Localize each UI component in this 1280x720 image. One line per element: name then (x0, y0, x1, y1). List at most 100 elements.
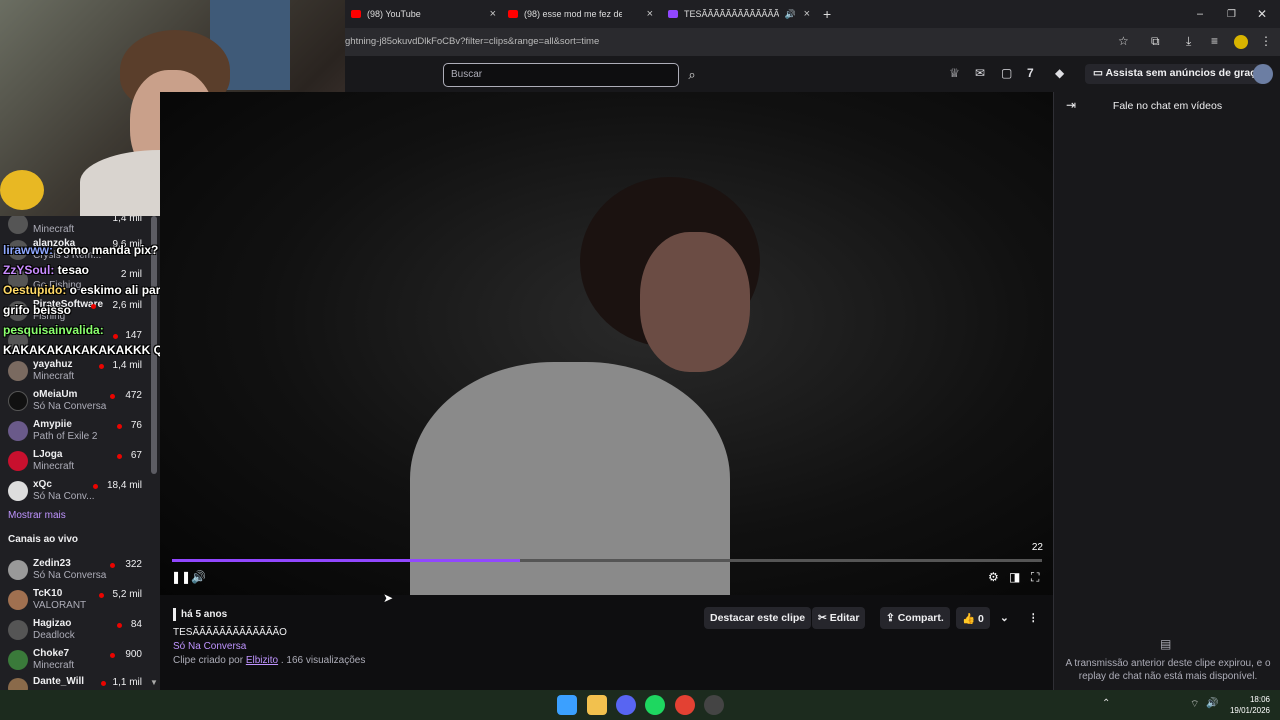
sidebar-channel[interactable]: TcK10 VALORANT 5,2 mil (0, 586, 150, 616)
app-icon[interactable] (704, 695, 724, 715)
volume-icon[interactable]: 🔊 (191, 570, 206, 584)
show-more-link[interactable]: Mostrar mais (8, 510, 66, 521)
pause-button[interactable]: ❚❚ (171, 570, 191, 584)
minimize-button[interactable]: – (1197, 0, 1203, 28)
tv-icon: ▭ (1093, 67, 1106, 79)
sidebar-channel[interactable]: Amypiie Path of Exile 2 76 (0, 417, 150, 447)
clip-category-link[interactable]: Só Na Conversa (173, 641, 246, 652)
channel-game: Path of Exile 2 (33, 431, 98, 442)
file-explorer-icon[interactable] (587, 695, 607, 715)
url-field[interactable]: ghtning-j85okuvdDlkFoCBv?filter=clips&ra… (345, 36, 599, 47)
share-button[interactable]: ⇪ Compart. (880, 607, 950, 629)
settings-icon[interactable]: ⚙ (988, 570, 999, 584)
avatar (8, 678, 28, 690)
like-button[interactable]: 👍 0 (956, 607, 990, 629)
channel-game: Deadlock (33, 630, 75, 641)
scroll-down-icon[interactable]: ▼ (150, 678, 158, 687)
channel-name: Dante_Will (33, 676, 85, 687)
chevron-down-icon: ⌄ (1000, 612, 1009, 624)
wifi-icon[interactable]: ⌔ (1190, 698, 1199, 711)
twitch-icon (668, 10, 678, 18)
divider (173, 608, 176, 621)
avatar (8, 620, 28, 640)
spotify-icon[interactable] (645, 695, 665, 715)
crown-icon[interactable]: ♕ (949, 66, 960, 80)
close-icon[interactable]: × (647, 8, 653, 20)
channel-name: Zedin23 (33, 558, 71, 569)
sidebar-channel[interactable]: xQc Só Na Conv... 18,4 mil (0, 477, 150, 507)
tab-youtube[interactable]: (98) YouTube × (351, 0, 496, 28)
sidebar-channel[interactable]: Choke7 Minecraft 900 (0, 646, 150, 676)
new-tab-button[interactable]: + (823, 0, 831, 28)
avatar (8, 481, 28, 501)
speaker-icon[interactable]: 🔊 (785, 9, 796, 20)
sidebar-channel[interactable]: yayahuz Minecraft 1,4 mil (0, 357, 150, 387)
inbox-icon[interactable]: ✉ (975, 66, 985, 80)
channel-game: Minecraft (33, 461, 75, 472)
chat-text: tesao (54, 263, 90, 277)
turbo-icon[interactable]: 7 (1027, 66, 1034, 80)
channel-name: Amypiie (33, 419, 72, 430)
share-icon: ⇪ (886, 612, 898, 624)
theatre-mode-icon[interactable]: ◨ (1009, 570, 1020, 584)
chat-username: ZzYSoul: (3, 263, 55, 277)
bits-icon[interactable]: ◆ (1055, 66, 1064, 80)
video-player[interactable]: 22 ❚❚ 🔊 ⚙ ◨ ⛶ (160, 92, 1053, 595)
media-icon[interactable]: ≡ (1211, 34, 1218, 48)
profile-icon[interactable] (1234, 35, 1248, 49)
live-indicator (117, 623, 122, 628)
live-indicator (110, 563, 115, 568)
tray-chevron-icon[interactable]: ⌃ (1102, 698, 1110, 709)
discord-icon[interactable] (616, 695, 636, 715)
bookmark-star-icon[interactable]: ☆ (1118, 34, 1129, 48)
download-icon[interactable]: ⤓ (1186, 34, 1191, 49)
avatar (8, 560, 28, 580)
chrome-icon[interactable] (675, 695, 695, 715)
avatar[interactable] (1253, 64, 1273, 84)
extensions-icon[interactable]: ⧉ (1151, 34, 1160, 49)
viewer-count: 1,1 mil (112, 677, 142, 688)
sidebar-channel[interactable]: Zedin23 Só Na Conversa 322 (0, 556, 150, 586)
dislike-dropdown-button[interactable]: ⌄ (994, 607, 1015, 629)
edit-button[interactable]: ✂ Editar (812, 607, 866, 629)
whispers-icon[interactable]: ▢ (1001, 66, 1012, 80)
sidebar-channel[interactable]: Dante_Will 1,1 mil (0, 674, 150, 690)
clip-title: TESÃÃÃÃÃÃÃÃÃÃÃÃÃO (173, 627, 287, 638)
channel-name: LJoga (33, 449, 63, 460)
progress-bar[interactable] (172, 559, 1042, 562)
channel-name: oMeiaUm (33, 389, 78, 400)
creator-link[interactable]: Elbizito (246, 655, 278, 666)
channel-game: Só Na Conversa (33, 401, 107, 412)
channel-game: VALORANT (33, 600, 87, 611)
thumbs-up-icon: 👍 (962, 613, 978, 625)
progress-fill (172, 559, 520, 562)
time: 18:06 (1249, 695, 1270, 704)
viewer-count: 472 (125, 390, 142, 401)
clip-info: há 5 anos TESÃÃÃÃÃÃÃÃÃÃÃÃÃO Só Na Conver… (160, 595, 1053, 690)
tab-youtube-video[interactable]: (98) esse mod me fez desinstal × (508, 0, 653, 28)
live-indicator (99, 364, 104, 369)
search-input[interactable]: Buscar (443, 63, 679, 87)
clock[interactable]: 18:06 19/01/2026 (1230, 694, 1270, 716)
search-icon[interactable]: ⌕ (680, 63, 704, 87)
windows-start-icon[interactable] (557, 695, 577, 715)
youtube-icon (351, 10, 361, 18)
maximize-button[interactable]: ❐ (1227, 0, 1236, 28)
chat-text: como manda pix? (53, 243, 159, 257)
highlight-clip-button[interactable]: Destacar este clipe (704, 607, 812, 629)
tab-twitch[interactable]: TESÃÃÃÃÃÃÃÃÃÃÃÃÃO 🔊 × (668, 0, 810, 28)
video-time: 22 (1031, 542, 1043, 553)
close-icon[interactable]: × (804, 8, 810, 20)
close-icon[interactable]: × (490, 8, 496, 20)
sidebar-channel[interactable]: oMeiaUm Só Na Conversa 472 (0, 387, 150, 417)
volume-tray-icon[interactable]: 🔊 (1206, 698, 1218, 709)
date: 19/01/2026 (1229, 706, 1270, 715)
fullscreen-icon[interactable]: ⛶ (1031, 570, 1039, 585)
live-indicator (99, 593, 104, 598)
sidebar-channel[interactable]: Hagizao Deadlock 84 (0, 616, 150, 646)
adfree-button[interactable]: ▭ Assista sem anúncios de graça (1085, 64, 1270, 84)
sidebar-channel[interactable]: LJoga Minecraft 67 (0, 447, 150, 477)
menu-icon[interactable]: ⋮ (1260, 34, 1272, 48)
close-window-button[interactable]: ✕ (1257, 0, 1267, 28)
more-options-button[interactable]: ⋮ (1022, 607, 1045, 629)
